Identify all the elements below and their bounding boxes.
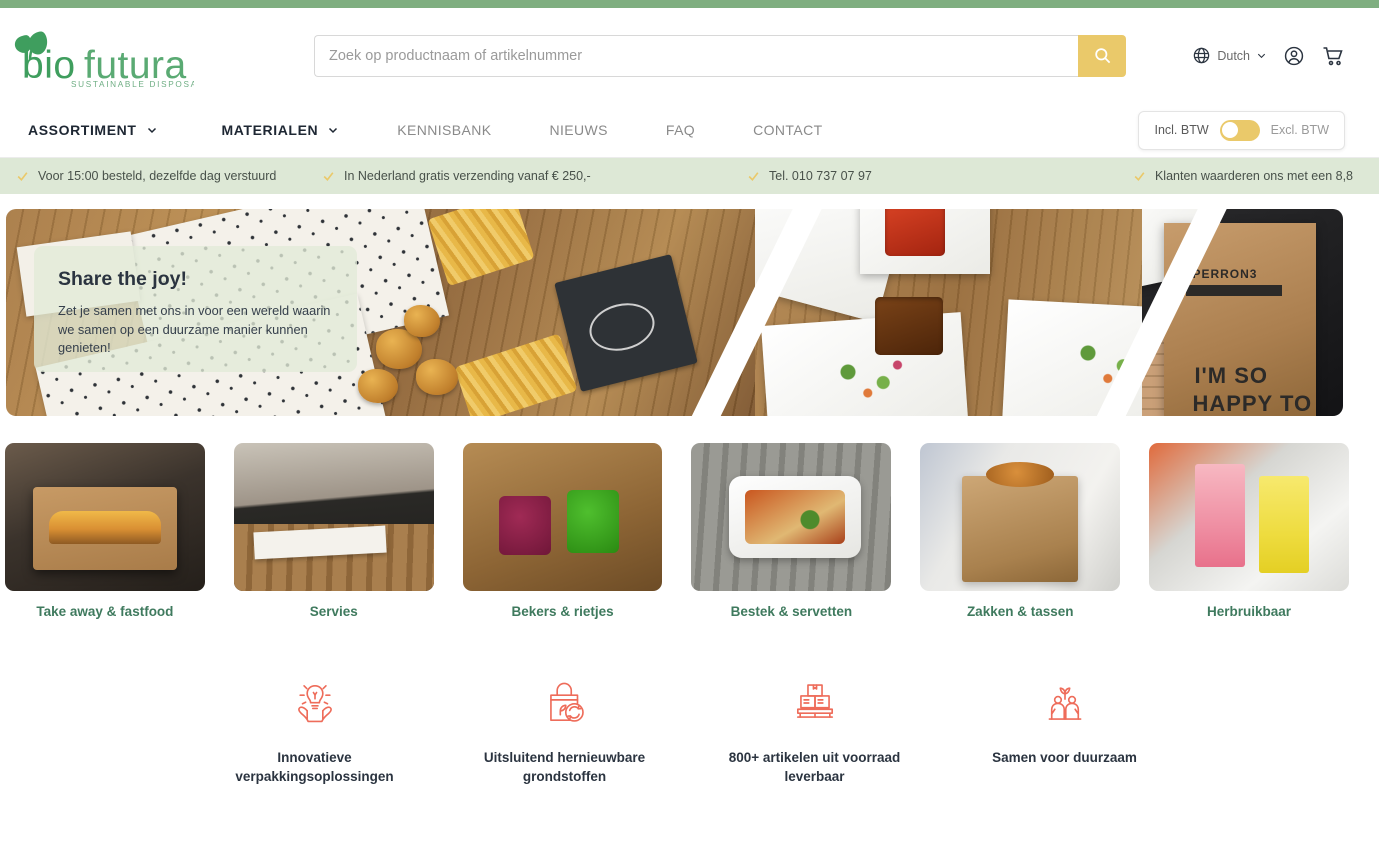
bag-slogan-line1: I'M SO <box>1194 363 1269 388</box>
category-card-zakken-tassen[interactable]: Zakken & tassen <box>920 443 1121 619</box>
usp-item: Klanten waarderen ons met een 8,8 <box>1047 169 1363 183</box>
usp-icon-wrap <box>290 677 340 729</box>
hero-image-servies <box>754 209 1143 416</box>
hero-title: Share the joy! <box>58 268 187 290</box>
nav-item-assortiment[interactable]: ASSORTIMENT <box>28 122 158 138</box>
usp-feature-label: Uitsluitend hernieuwbare grondstoffen <box>483 750 646 785</box>
vat-switch[interactable] <box>1219 119 1260 141</box>
category-label: Servies <box>309 604 358 619</box>
nav-item-faq[interactable]: FAQ <box>666 122 695 138</box>
chevron-down-icon <box>147 127 156 134</box>
hero-text-card: Share the joy! Zet je samen met ons in v… <box>34 246 357 372</box>
nav-label: ASSORTIMENT <box>28 122 137 138</box>
usp-icon-wrap <box>540 677 590 729</box>
usp-text: Klanten waarderen ons met een 8,8 <box>1154 169 1353 183</box>
usp-feature-label: Samen voor duurzaam <box>992 750 1137 765</box>
category-label: Bekers & rietjes <box>511 604 614 619</box>
category-image <box>233 443 434 591</box>
biofutura-logo-svg: bio futura SUSTAINABLE DISPOSABLES <box>14 30 194 88</box>
nav-item-contact[interactable]: CONTACT <box>753 122 822 138</box>
search-bar <box>314 34 1126 77</box>
usp-item: Voor 15:00 besteld, dezelfde dag verstuu… <box>16 169 322 183</box>
vat-toggle[interactable]: Incl. BTW Excl. BTW <box>1138 110 1345 150</box>
category-label: Herbruikbaar <box>1207 604 1292 619</box>
check-icon <box>17 171 28 181</box>
user-circle-icon <box>1284 46 1304 65</box>
account-button[interactable] <box>1283 45 1305 67</box>
bag-slogan-line2: HAPPY TO <box>1192 391 1313 416</box>
category-label: Take away & fastfood <box>36 604 174 619</box>
usp-feature-innovatieve-verpakkingsoplossingen: Innovatieve verpakkingsoplossingen <box>190 677 440 786</box>
vat-switch-knob <box>1222 122 1239 138</box>
usp-icon-wrap <box>790 677 840 729</box>
usp-feature-label: Innovatieve verpakkingsoplossingen <box>235 750 394 785</box>
usp-item: Tel. 010 737 07 97 <box>747 169 1047 183</box>
category-label: Bestek & servetten <box>730 604 853 619</box>
category-card-take-away-fastfood[interactable]: Take away & fastfood <box>5 443 205 619</box>
usp-icon-row: Innovatieve verpakkingsoplossingen Uitsl… <box>190 619 1190 786</box>
site-logo[interactable]: bio futura SUSTAINABLE DISPOSABLES <box>8 26 194 88</box>
category-image <box>462 443 663 591</box>
category-card-bestek-servetten[interactable]: Bestek & servetten <box>691 443 892 619</box>
language-selector[interactable]: Dutch <box>1192 46 1267 65</box>
category-image <box>920 443 1121 591</box>
nav-label: NIEUWS <box>549 122 608 138</box>
nav-item-list: ASSORTIMENT MATERIALEN KENNISBANK NIEUWS… <box>28 122 881 138</box>
chevron-down-icon <box>1257 53 1266 59</box>
lightbulb-in-hands-icon <box>297 684 332 723</box>
category-card-bekers-rietjes[interactable]: Bekers & rietjes <box>462 443 663 619</box>
chevron-down-icon <box>329 127 338 134</box>
nav-label: FAQ <box>665 122 696 138</box>
people-with-plant-icon <box>1048 687 1081 720</box>
category-grid: Take away & fastfood Servies Bekers & ri… <box>0 416 1379 619</box>
category-image <box>5 443 205 591</box>
usp-bar: Voor 15:00 besteld, dezelfde dag verstuu… <box>0 158 1379 194</box>
svg-text:bio: bio <box>22 44 76 87</box>
usp-icon-wrap <box>1040 677 1090 729</box>
usp-item: In Nederland gratis verzending vanaf € 2… <box>322 169 747 183</box>
nav-label: CONTACT <box>753 122 823 138</box>
nav-item-materialen[interactable]: MATERIALEN <box>222 122 340 138</box>
hero-section: PERRON3 I'M SO HAPPY TO Share the joy! Z… <box>0 194 1379 416</box>
header-actions: Dutch <box>1192 44 1345 68</box>
nav-label: KENNISBANK <box>397 122 492 138</box>
language-label: Dutch <box>1217 48 1250 63</box>
site-header: bio futura SUSTAINABLE DISPOSABLES Dutch <box>0 8 1379 103</box>
category-card-servies[interactable]: Servies <box>233 443 434 619</box>
nav-item-kennisbank[interactable]: KENNISBANK <box>397 122 491 138</box>
usp-feature-hernieuwbare-grondstoffen: Uitsluitend hernieuwbare grondstoffen <box>440 677 690 786</box>
category-card-herbruikbaar[interactable]: Herbruikbaar <box>1149 443 1349 619</box>
main-navigation: ASSORTIMENT MATERIALEN KENNISBANK NIEUWS… <box>0 103 1379 158</box>
category-image <box>1149 443 1349 591</box>
usp-feature-voorraad-leverbaar: 800+ artikelen uit voorraad leverbaar <box>690 677 940 786</box>
category-image <box>691 443 892 591</box>
cart-button[interactable] <box>1321 44 1345 68</box>
usp-feature-label: 800+ artikelen uit voorraad leverbaar <box>728 750 901 785</box>
globe-icon <box>1194 47 1210 64</box>
shopping-cart-icon <box>1323 46 1343 65</box>
usp-text: In Nederland gratis verzending vanaf € 2… <box>344 169 591 183</box>
bag-brand-text: PERRON3 <box>1192 267 1258 281</box>
nav-label: MATERIALEN <box>221 122 319 138</box>
nav-item-nieuws[interactable]: NIEUWS <box>549 122 607 138</box>
check-icon <box>1134 171 1145 181</box>
boxes-on-pallet-icon <box>796 684 833 718</box>
search-button[interactable] <box>1078 34 1126 77</box>
vat-incl-label: Incl. BTW <box>1154 123 1209 137</box>
top-accent-stripe <box>0 0 1379 8</box>
search-input[interactable] <box>314 34 1078 77</box>
search-icon <box>1094 48 1110 64</box>
usp-text: Voor 15:00 besteld, dezelfde dag verstuu… <box>38 169 277 183</box>
usp-text: Tel. 010 737 07 97 <box>769 169 872 183</box>
vat-excl-label: Excl. BTW <box>1270 123 1329 137</box>
check-icon <box>323 171 334 181</box>
category-label: Zakken & tassen <box>966 604 1074 619</box>
check-icon <box>748 171 759 181</box>
svg-text:SUSTAINABLE DISPOSABLES: SUSTAINABLE DISPOSABLES <box>71 80 194 88</box>
recyclable-bag-icon <box>549 682 584 722</box>
hero-subtitle: Zet je samen met ons in voor een wereld … <box>58 303 331 356</box>
hero-banner[interactable]: PERRON3 I'M SO HAPPY TO Share the joy! Z… <box>6 209 1343 416</box>
usp-feature-samen-voor-duurzaam: Samen voor duurzaam <box>940 677 1190 786</box>
